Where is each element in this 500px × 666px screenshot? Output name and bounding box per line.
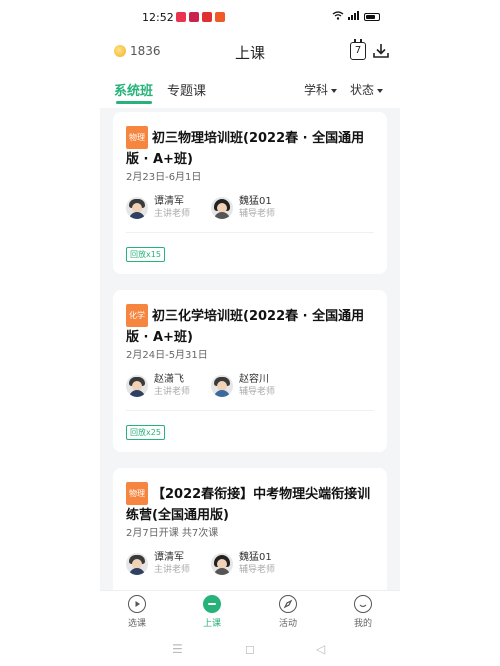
caret-down-icon: [331, 88, 338, 93]
teacher-name: 魏猛01: [239, 552, 272, 563]
teacher-role: 辅导老师: [239, 209, 276, 219]
course-card[interactable]: 物理 【2022春衔接】中考物理尖端衔接训练营(全国通用版) 2月7日开课 共7次…: [113, 468, 387, 598]
wifi-icon: [332, 11, 344, 23]
notification-app-icon: [176, 12, 186, 22]
course-date: 2月23日-6月1日: [126, 172, 202, 183]
nav-class[interactable]: 上课: [182, 595, 242, 629]
status-indicators: [332, 11, 380, 23]
status-time: 12:52: [142, 11, 174, 24]
nav-label: 选课: [127, 619, 146, 629]
nav-label: 上课: [202, 619, 221, 629]
subject-tag: 物理: [126, 482, 148, 505]
avatar: [126, 197, 148, 219]
signal-icon: [348, 11, 360, 23]
replay-badge[interactable]: 回放x25: [126, 425, 165, 440]
course-date: 2月7日开课 共7次课: [126, 528, 219, 539]
active-tab-indicator: [116, 101, 152, 104]
notification-app-icon: [215, 12, 225, 22]
course-title: 物理 【2022春衔接】中考物理尖端衔接训练营(全国通用版): [126, 482, 376, 526]
compass-icon: [279, 595, 297, 613]
bottom-nav: 选课 上课 活动 我的: [100, 590, 400, 632]
course-title: 物理 初三物理培训班(2022春 · 全国通用版 · A+班): [126, 126, 376, 170]
status-filter-label: 状态: [350, 83, 375, 97]
calendar-icon[interactable]: 7: [350, 39, 366, 60]
lead-teacher: 谭清军 主讲老师: [126, 552, 190, 576]
card-divider: [126, 232, 374, 233]
teacher-name: 赵潇飞: [154, 374, 184, 385]
home-icon[interactable]: ◻: [245, 642, 255, 656]
download-icon[interactable]: [372, 42, 390, 60]
assistant-teacher: 魏猛01 辅导老师: [211, 196, 275, 220]
course-card[interactable]: 化学 初三化学培训班(2022春 · 全国通用版 · A+班) 2月24日-5月3…: [113, 290, 387, 452]
menu-icon[interactable]: ☰: [172, 642, 183, 656]
course-tabs: 系统班 专题课 学科 状态: [100, 70, 400, 108]
status-app-icons: [176, 12, 225, 22]
course-date: 2月24日-5月31日: [126, 350, 208, 361]
system-nav-bar: ☰ ◻ ◁: [100, 632, 400, 666]
course-title-text: 初三化学培训班(2022春 · 全国通用版 · A+班): [126, 309, 365, 345]
class-icon: [203, 595, 221, 613]
lead-teacher: 谭清军 主讲老师: [126, 196, 190, 220]
teacher-role: 主讲老师: [154, 565, 191, 575]
course-title-text: 初三物理培训班(2022春 · 全国通用版 · A+班): [126, 131, 365, 167]
subject-filter-label: 学科: [304, 83, 329, 97]
avatar: [126, 375, 148, 397]
course-title: 化学 初三化学培训班(2022春 · 全国通用版 · A+班): [126, 304, 376, 348]
teacher-name: 谭清军: [154, 552, 184, 563]
phone-screen: 12:52 1836 上课 7 系统班 专题课 学科 状态 物理 初三物理培训班…: [100, 0, 400, 666]
replay-badge[interactable]: 回放x15: [126, 247, 165, 262]
lead-teacher: 赵潇飞 主讲老师: [126, 374, 190, 398]
smile-icon: [354, 595, 372, 613]
battery-icon: [364, 13, 380, 21]
card-divider: [126, 410, 374, 411]
subject-tag: 物理: [126, 126, 148, 149]
nav-activity[interactable]: 活动: [258, 595, 318, 629]
tab-system-class[interactable]: 系统班: [114, 80, 153, 99]
play-circle-icon: [128, 595, 146, 613]
teacher-role: 辅导老师: [239, 387, 276, 397]
nav-label: 活动: [278, 619, 297, 629]
subject-tag: 化学: [126, 304, 148, 327]
avatar: [211, 197, 233, 219]
nav-choose-course[interactable]: 选课: [107, 595, 167, 629]
course-title-text: 【2022春衔接】中考物理尖端衔接训练营(全国通用版): [126, 487, 371, 523]
teacher-role: 主讲老师: [154, 387, 191, 397]
assistant-teacher: 赵容川 辅导老师: [211, 374, 275, 398]
caret-down-icon: [377, 88, 384, 93]
avatar: [211, 375, 233, 397]
notification-app-icon: [189, 12, 199, 22]
status-bar: 12:52: [100, 0, 400, 34]
teacher-name: 魏猛01: [239, 196, 272, 207]
status-filter[interactable]: 状态: [350, 81, 384, 98]
back-icon[interactable]: ◁: [316, 642, 325, 656]
assistant-teacher: 魏猛01 辅导老师: [211, 552, 275, 576]
course-card[interactable]: 物理 初三物理培训班(2022春 · 全国通用版 · A+班) 2月23日-6月1…: [113, 112, 387, 274]
tab-topic-course[interactable]: 专题课: [167, 80, 206, 99]
teacher-name: 谭清军: [154, 196, 184, 207]
subject-filter[interactable]: 学科: [304, 81, 338, 98]
nav-mine[interactable]: 我的: [333, 595, 393, 629]
teacher-role: 主讲老师: [154, 209, 191, 219]
app-header: 1836 上课 7: [100, 34, 400, 70]
avatar: [126, 553, 148, 575]
avatar: [211, 553, 233, 575]
teacher-name: 赵容川: [239, 374, 269, 385]
nav-label: 我的: [353, 619, 372, 629]
notification-app-icon: [202, 12, 212, 22]
teacher-role: 辅导老师: [239, 565, 276, 575]
